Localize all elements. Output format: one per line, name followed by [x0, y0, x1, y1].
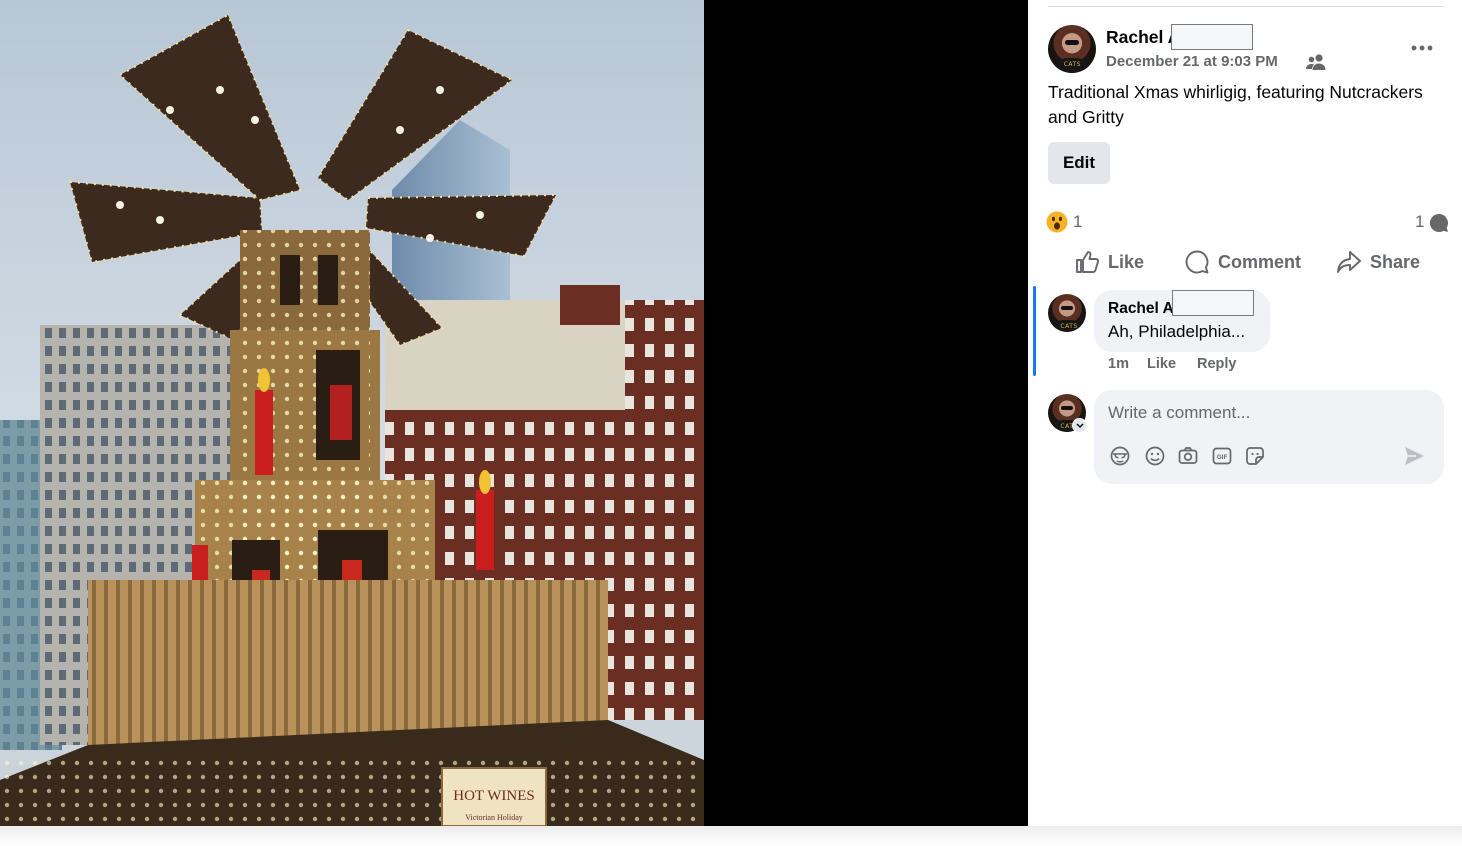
sticker-icon[interactable] — [1244, 445, 1266, 467]
avatar-shirt: CATS — [1054, 57, 1090, 73]
avatar-shirt: CATS — [1053, 319, 1081, 332]
post-timestamp[interactable]: December 21 at 9:03 PM — [1106, 53, 1278, 70]
avatar-glasses — [1061, 406, 1073, 410]
edit-button[interactable]: Edit — [1048, 142, 1110, 184]
comment-like-button[interactable]: Like — [1147, 356, 1176, 372]
comment-count[interactable]: 1 — [1415, 212, 1424, 232]
more-options-button[interactable] — [1406, 32, 1438, 64]
post-author-name[interactable]: Rachel A — [1106, 27, 1180, 48]
comment-timestamp[interactable]: 1m — [1108, 356, 1129, 372]
comment-label: Comment — [1218, 251, 1302, 272]
avatar-glasses — [1064, 40, 1080, 45]
comment-composer: GIF — [1094, 390, 1444, 484]
chevron-down-icon — [1075, 422, 1084, 428]
post-text: Traditional Xmas whirligig, featuring Nu… — [1048, 82, 1423, 127]
comment-input[interactable] — [1108, 400, 1428, 426]
comment-bubble: Rachel A Ah, Philadelphia... — [1094, 290, 1270, 352]
name-redaction-box — [1172, 290, 1254, 316]
post-photo[interactable]: HOT WINES Victorian Holiday — [0, 0, 704, 826]
avatar-sticker-icon[interactable] — [1109, 445, 1131, 467]
share-arrow-icon — [1337, 251, 1361, 273]
comment-text: Ah, Philadelphia... — [1108, 322, 1246, 341]
page-bottom-edge — [0, 826, 1462, 846]
comment-author-name[interactable]: Rachel A — [1108, 300, 1174, 318]
wow-reaction-icon[interactable] — [1046, 211, 1068, 233]
camera-icon[interactable] — [1177, 445, 1199, 467]
commenter-avatar[interactable]: CATS — [1048, 294, 1086, 332]
comment-bubble-icon — [1429, 213, 1448, 232]
share-label: Share — [1370, 251, 1421, 272]
name-redaction-box — [1171, 24, 1253, 50]
emoji-icon[interactable] — [1144, 445, 1166, 467]
author-avatar[interactable]: CATS — [1048, 25, 1096, 73]
divider — [1048, 6, 1444, 7]
like-label: Like — [1108, 251, 1145, 272]
comment-reply-button[interactable]: Reply — [1197, 356, 1237, 372]
like-button[interactable]: Like — [1074, 248, 1144, 276]
thumbs-up-icon — [1076, 251, 1100, 273]
photo-viewer: HOT WINES Victorian Holiday — [0, 0, 1028, 826]
avatar-glasses — [1061, 306, 1073, 310]
comment-thread-indicator — [1033, 286, 1036, 376]
share-button[interactable]: Share — [1336, 248, 1420, 276]
friends-icon[interactable] — [1306, 53, 1326, 71]
photo-sign-hot-wines: HOT WINES — [453, 788, 535, 804]
reaction-count[interactable]: 1 — [1073, 212, 1082, 232]
send-icon[interactable] — [1402, 444, 1426, 468]
comment-icon — [1185, 250, 1209, 274]
ellipsis-icon — [1411, 45, 1433, 51]
profile-switch-button[interactable] — [1072, 418, 1087, 433]
post-side-panel: CATS Rachel A December 21 at 9:03 PM Tra… — [1028, 0, 1462, 826]
gif-icon-text: GIF — [1217, 454, 1228, 461]
photo-sign-subtitle: Victorian Holiday — [465, 813, 523, 822]
gif-icon[interactable]: GIF — [1211, 445, 1233, 467]
comment-button[interactable]: Comment — [1184, 248, 1301, 276]
